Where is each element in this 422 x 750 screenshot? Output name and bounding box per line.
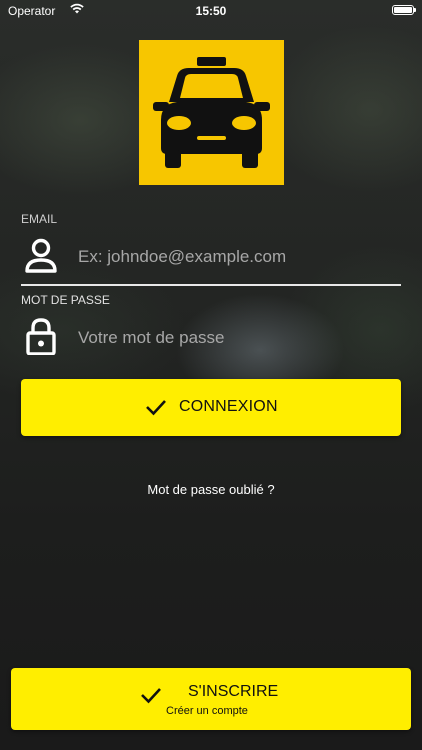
signup-button-label: S'INSCRIRE xyxy=(188,683,279,700)
status-bar: Operator 15:50 xyxy=(0,0,422,22)
taxi-logo xyxy=(139,40,284,185)
email-underline xyxy=(21,284,401,286)
email-label: EMAIL xyxy=(21,212,58,226)
signup-button-sublabel: Créer un compte xyxy=(166,705,248,717)
email-field[interactable] xyxy=(78,242,398,272)
battery-icon xyxy=(392,5,416,15)
login-button-label: CONNEXION xyxy=(179,398,278,415)
login-button[interactable]: CONNEXION xyxy=(21,379,401,436)
forgot-password-link[interactable]: Mot de passe oublié ? xyxy=(0,482,422,497)
check-icon xyxy=(146,400,166,416)
signup-button[interactable]: S'INSCRIRE Créer un compte xyxy=(11,668,411,730)
check-icon xyxy=(141,688,161,704)
password-field[interactable] xyxy=(78,323,398,353)
taxi-icon xyxy=(153,57,270,168)
user-icon xyxy=(25,238,57,273)
status-time: 15:50 xyxy=(195,4,227,18)
password-label: MOT DE PASSE xyxy=(21,293,110,307)
lock-icon xyxy=(26,318,56,355)
